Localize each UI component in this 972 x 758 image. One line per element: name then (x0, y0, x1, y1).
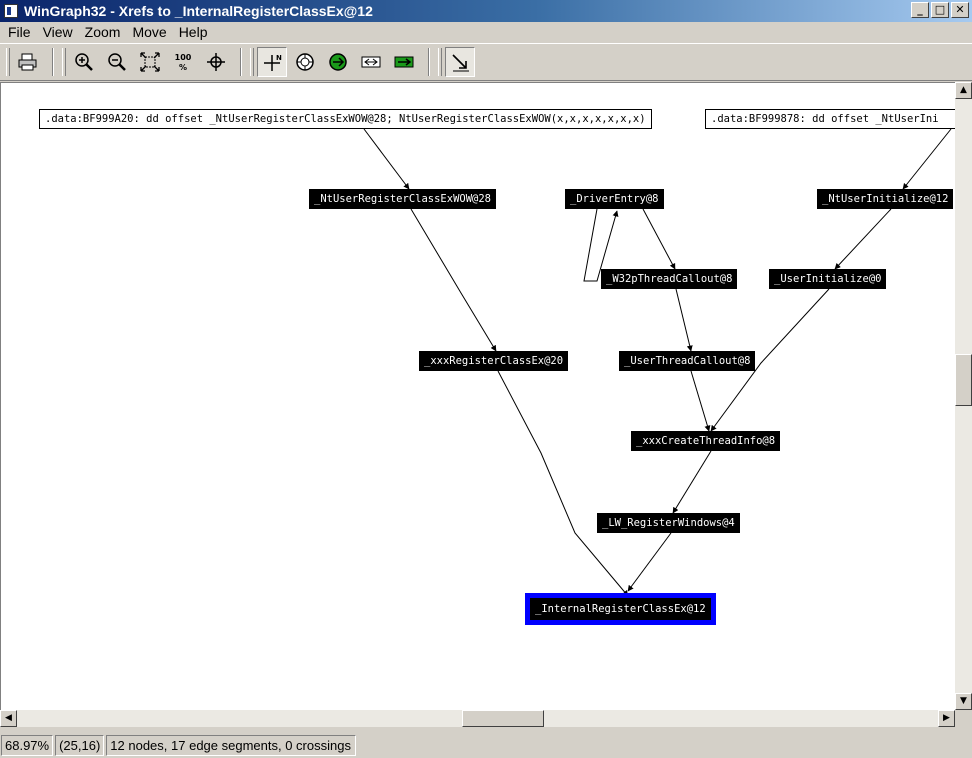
edge (497, 370, 629, 597)
compass-icon (296, 53, 314, 71)
graph-node-w32pthreadcallout[interactable]: _W32pThreadCallout@8 (601, 269, 738, 289)
fit-window-icon (140, 52, 160, 72)
center-icon (207, 53, 225, 71)
toolbar-grip[interactable] (6, 48, 10, 76)
edge (675, 288, 693, 352)
move-north-icon: N (264, 54, 282, 71)
toolbar-separator (428, 48, 430, 76)
compass-button[interactable] (290, 47, 320, 77)
zoom-in-button[interactable] (69, 47, 99, 77)
graph-node-internalregisterclassex[interactable]: _InternalRegisterClassEx@12 (525, 593, 716, 625)
move-north-button[interactable]: N (257, 47, 287, 77)
menu-bar: File View Zoom Move Help (0, 22, 972, 42)
status-summary: 12 nodes, 17 edge segments, 0 crossings (106, 735, 357, 756)
edge (627, 532, 672, 592)
minimize-button[interactable]: _ (911, 2, 929, 18)
menu-file[interactable]: File (2, 24, 37, 40)
status-zoom: 68.97% (1, 735, 54, 756)
graph-node-userinitialize[interactable]: _UserInitialize@0 (769, 269, 887, 289)
print-icon (18, 53, 37, 71)
title-bar[interactable]: WinGraph32 - Xrefs to _InternalRegisterC… (0, 0, 972, 22)
menu-move[interactable]: Move (126, 24, 172, 40)
status-position: (25,16) (55, 735, 105, 756)
graph-node-data-xref-1[interactable]: .data:BF999A20: dd offset _NtUserRegiste… (39, 109, 652, 129)
graph-node-ntuserinitialize[interactable]: _NtUserInitialize@12 (817, 189, 954, 209)
toolbar: 100 % N (0, 43, 972, 81)
vertical-scroll-thumb[interactable] (955, 354, 972, 406)
scrollbar-corner (955, 710, 972, 727)
graph-canvas[interactable]: .data:BF999A20: dd offset _NtUserRegiste… (0, 82, 955, 710)
menu-view[interactable]: View (37, 24, 79, 40)
toolbar-grip[interactable] (62, 48, 66, 76)
center-button[interactable] (201, 47, 231, 77)
toolbar-grip[interactable] (438, 48, 442, 76)
move-back-icon (394, 56, 414, 68)
follow-edge-icon (452, 54, 469, 72)
toolbar-separator (240, 48, 242, 76)
edge (672, 450, 712, 514)
graph-node-userthreadcallout[interactable]: _UserThreadCallout@8 (619, 351, 756, 371)
edge (410, 208, 497, 352)
menu-zoom[interactable]: Zoom (79, 24, 127, 40)
graph-node-xxxregisterclassex[interactable]: _xxxRegisterClassEx@20 (419, 351, 569, 371)
menu-help[interactable]: Help (173, 24, 214, 40)
scroll-left-button[interactable]: ◀ (0, 710, 17, 727)
app-icon[interactable] (4, 4, 18, 18)
horizontal-scrollbar[interactable]: ◀ ▶ (0, 710, 955, 727)
graph-node-driverentry[interactable]: _DriverEntry@8 (565, 189, 664, 209)
status-bar: 68.97% (25,16) 12 nodes, 17 edge segment… (0, 733, 972, 758)
graph-node-data-xref-2[interactable]: .data:BF999878: dd offset _NtUserIni (705, 109, 955, 129)
edge (690, 370, 711, 432)
svg-text:%: % (179, 63, 187, 72)
graph-node-lw-registerwindows[interactable]: _LW_RegisterWindows@4 (597, 513, 740, 533)
graph-node-xxxcreatethreadinfo[interactable]: _xxxCreateThreadInfo@8 (631, 431, 781, 451)
maximize-button[interactable]: □ (931, 2, 949, 18)
edge (363, 128, 410, 190)
toolbar-separator (52, 48, 54, 76)
svg-text:N: N (276, 54, 282, 62)
close-button[interactable]: ✕ (951, 2, 969, 18)
zoom-out-button[interactable] (102, 47, 132, 77)
svg-text:100: 100 (175, 53, 192, 62)
edge (642, 208, 676, 270)
move-green-button[interactable] (323, 47, 353, 77)
toolbar-grip[interactable] (250, 48, 254, 76)
move-fast-icon (361, 56, 381, 68)
fit-window-button[interactable] (135, 47, 165, 77)
print-button[interactable] (13, 47, 43, 77)
window-title: WinGraph32 - Xrefs to _InternalRegisterC… (24, 3, 373, 19)
zoom-in-icon (75, 53, 93, 71)
graph-edges (363, 128, 952, 597)
zoom-100-button[interactable]: 100 % (168, 47, 198, 77)
scroll-right-button[interactable]: ▶ (938, 710, 955, 727)
edge (834, 208, 892, 270)
edge (902, 128, 952, 190)
follow-edge-button[interactable] (445, 47, 475, 77)
move-back-button[interactable] (389, 47, 419, 77)
vertical-scrollbar[interactable]: ▲ ▼ (955, 82, 972, 710)
scroll-down-button[interactable]: ▼ (955, 693, 972, 710)
scroll-up-button[interactable]: ▲ (955, 82, 972, 99)
zoom-100-icon: 100 % (175, 53, 192, 72)
horizontal-scroll-thumb[interactable] (462, 710, 544, 727)
graph-node-ntuserregisterclassexwow[interactable]: _NtUserRegisterClassExWOW@28 (309, 189, 497, 209)
move-fast-button[interactable] (356, 47, 386, 77)
move-green-icon (329, 53, 347, 71)
zoom-out-icon (108, 53, 126, 71)
window-controls: _ □ ✕ (911, 2, 969, 18)
